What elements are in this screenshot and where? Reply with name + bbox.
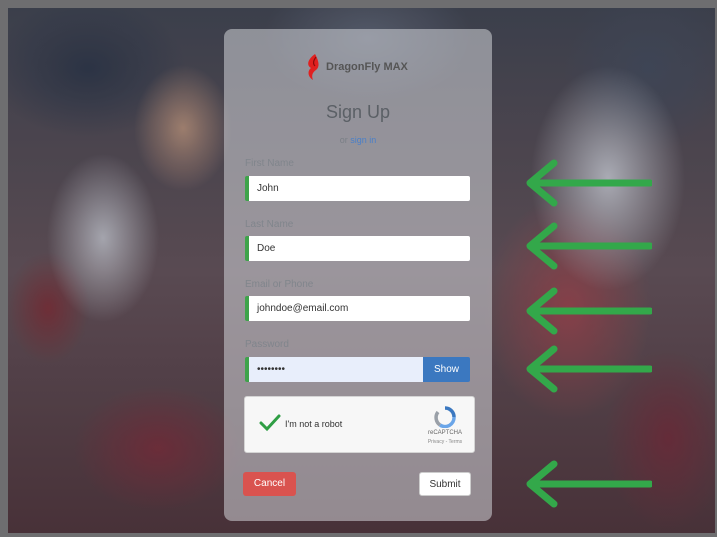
brand-logo: DragonFly MAX bbox=[304, 53, 408, 81]
signin-row: or sign in bbox=[224, 135, 492, 145]
or-text: or bbox=[339, 135, 348, 145]
first-name-input[interactable]: John bbox=[245, 176, 470, 201]
dragonfly-logo-icon bbox=[308, 54, 319, 80]
left-arrow-icon bbox=[526, 222, 652, 270]
checkmark-icon[interactable] bbox=[259, 414, 281, 432]
left-arrow-icon bbox=[526, 159, 652, 207]
password-label: Password bbox=[245, 339, 289, 350]
recaptcha-brand: reCAPTCHA bbox=[427, 430, 462, 436]
left-arrow-icon bbox=[526, 460, 652, 508]
last-name-label: Last Name bbox=[245, 219, 294, 230]
cancel-button[interactable]: Cancel bbox=[243, 472, 296, 496]
page-title: Sign Up bbox=[325, 102, 391, 122]
email-input[interactable]: johndoe@email.com bbox=[245, 296, 470, 321]
sign-in-link[interactable]: sign in bbox=[350, 135, 376, 145]
left-arrow-icon bbox=[526, 345, 652, 393]
signup-card: DragonFly MAX Sign Up or sign in First N… bbox=[224, 29, 492, 521]
brand-name: DragonFly MAX bbox=[326, 61, 408, 73]
first-name-label: First Name bbox=[245, 158, 294, 169]
last-name-input[interactable]: Doe bbox=[245, 236, 470, 261]
password-input[interactable]: •••••••• bbox=[245, 357, 423, 382]
submit-button[interactable]: Submit bbox=[419, 472, 471, 496]
recaptcha-terms[interactable]: Privacy - Terms bbox=[421, 439, 469, 445]
recaptcha-icon bbox=[434, 406, 456, 428]
left-arrow-icon bbox=[526, 287, 652, 335]
email-label: Email or Phone bbox=[245, 279, 314, 290]
show-password-button[interactable]: Show bbox=[423, 357, 470, 382]
captcha-label: I'm not a robot bbox=[285, 419, 343, 429]
recaptcha-widget: I'm not a robot reCAPTCHA Privacy - Term… bbox=[244, 396, 475, 453]
